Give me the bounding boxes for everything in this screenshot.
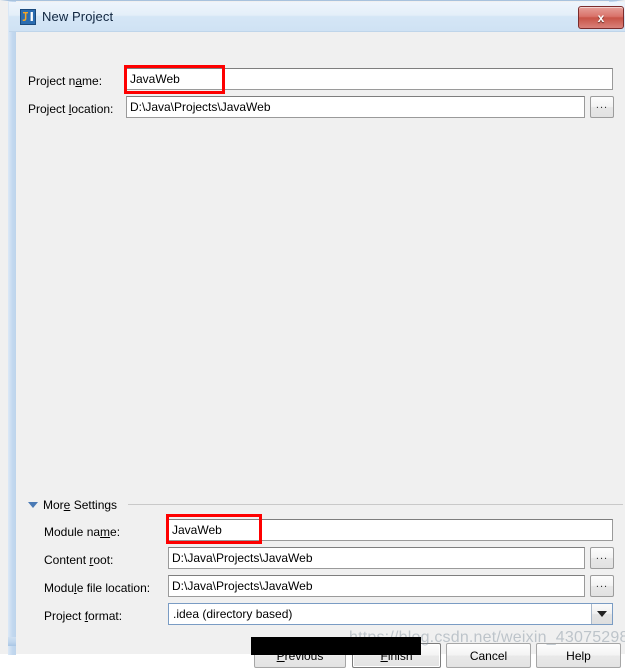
more-settings-toggle[interactable]: More Settings [28,498,117,512]
project-format-selected-value: .idea (directory based) [173,607,293,621]
content-root-label: Content root: [44,553,114,567]
title-bar: New Project x [9,2,625,32]
project-format-select[interactable]: .idea (directory based) [168,603,613,625]
content-root-browse-button[interactable]: ... [590,547,614,569]
window-title: New Project [42,9,114,24]
close-button[interactable]: x [578,6,624,29]
cancel-button[interactable]: Cancel [446,643,531,668]
intellij-idea-icon [20,9,36,25]
module-file-location-browse-button[interactable]: ... [590,575,614,597]
section-divider [128,504,623,505]
help-button-label: Help [566,648,591,663]
content-root-input[interactable]: D:\Java\Projects\JavaWeb [168,547,585,569]
redaction-bar [251,637,421,655]
chevron-down-icon[interactable] [591,604,612,624]
more-settings-section-header: More Settings [28,495,623,513]
module-file-location-input[interactable]: D:\Java\Projects\JavaWeb [168,575,585,597]
project-name-input[interactable]: JavaWeb [126,68,613,90]
project-location-input[interactable]: D:\Java\Projects\JavaWeb [126,96,585,118]
more-settings-label: More Settings [43,498,118,512]
new-project-dialog: New Project x Project name: JavaWeb Proj… [0,0,625,668]
project-name-label: Project name: [28,74,103,88]
dialog-content: Project name: JavaWeb Project location: … [16,32,625,668]
close-icon: x [597,10,605,25]
window-border-left [8,1,16,655]
help-button[interactable]: Help [536,643,621,668]
module-file-location-label: Module file location: [44,581,151,595]
cancel-button-label: Cancel [469,648,508,663]
project-location-label: Project location: [28,102,114,116]
project-format-label: Project format: [44,609,123,623]
chevron-down-icon [28,502,38,508]
project-location-browse-button[interactable]: ... [590,96,614,118]
module-name-label: Module name: [44,525,121,539]
module-name-input[interactable]: JavaWeb [168,519,613,541]
